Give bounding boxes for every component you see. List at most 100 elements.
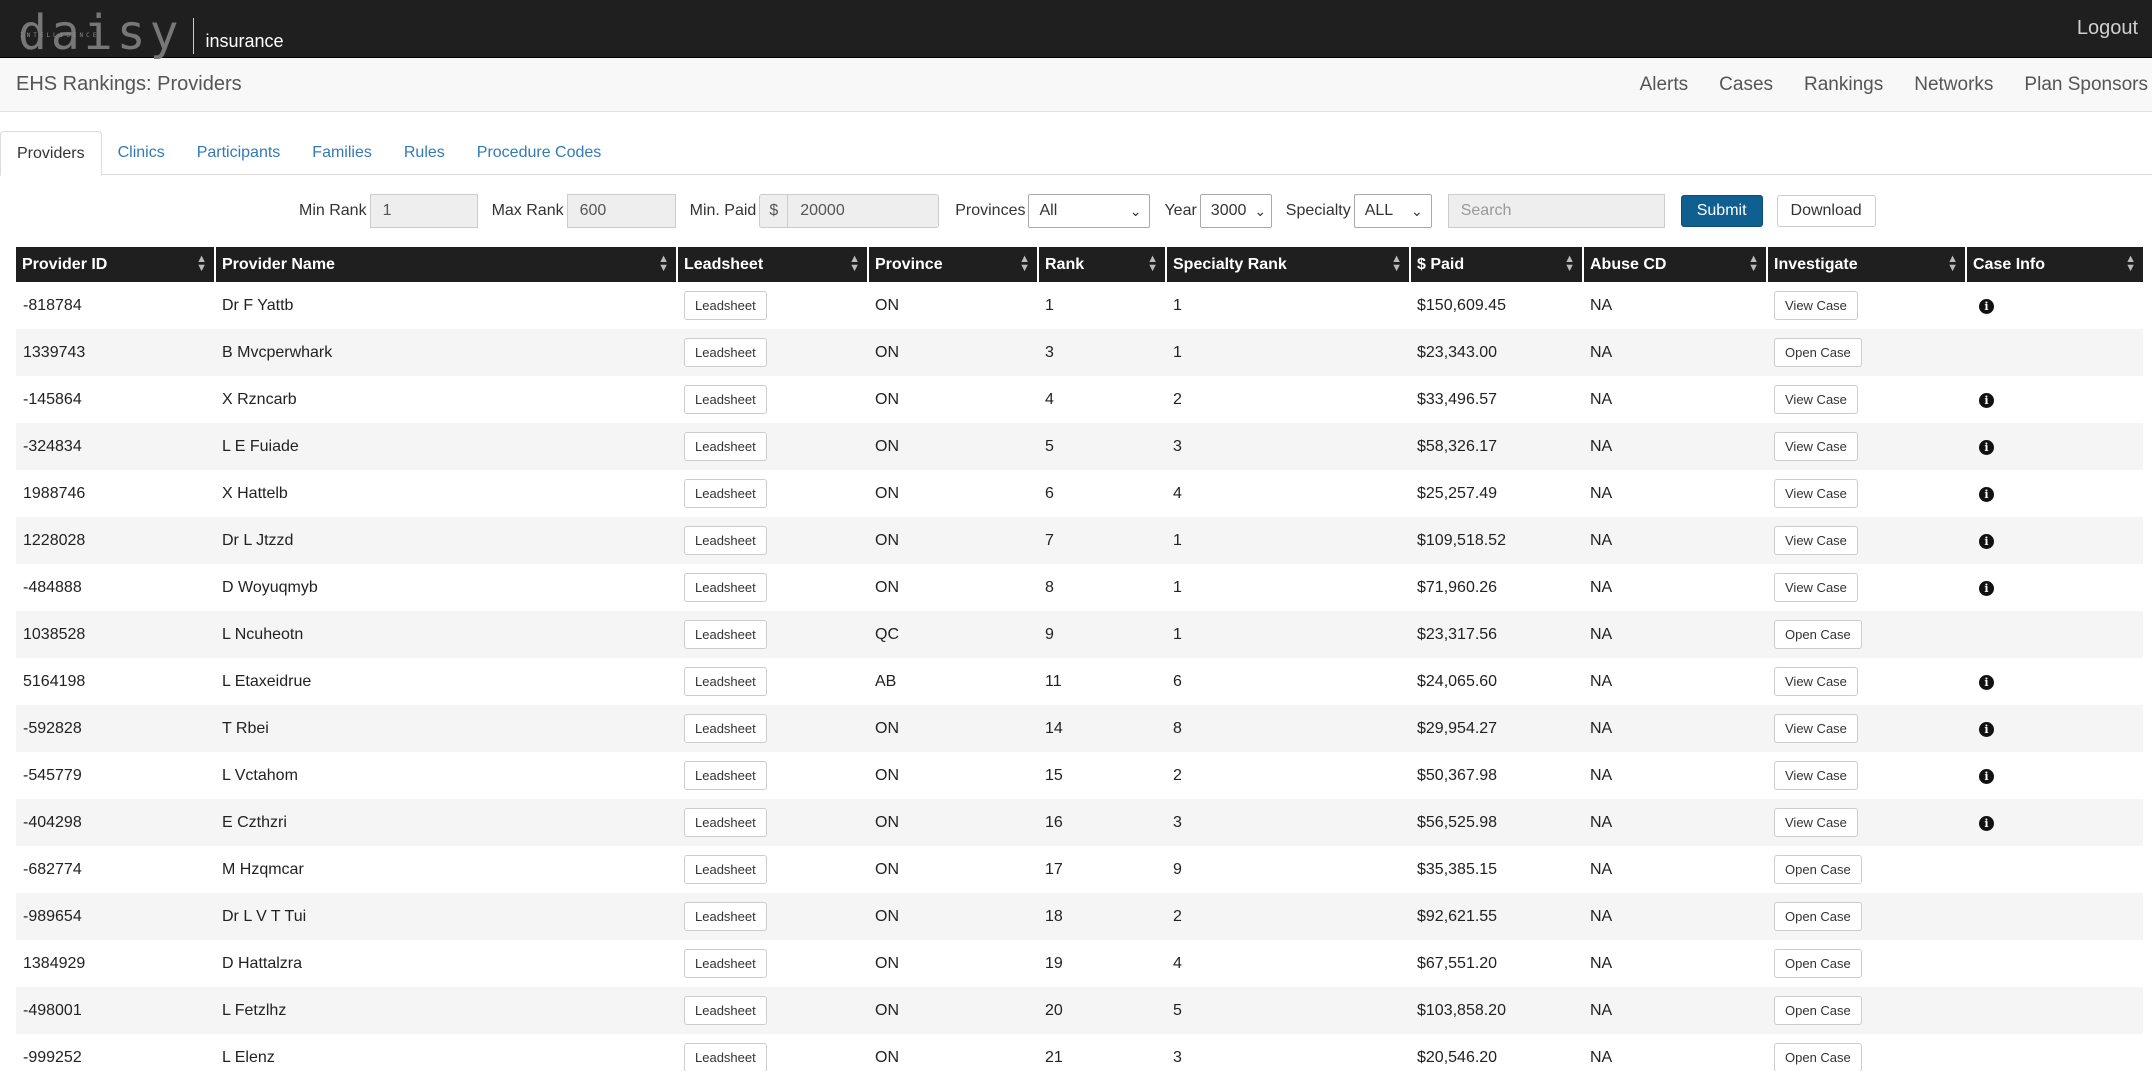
column-header-abuse-cd[interactable]: Abuse CD ▲ ▼ bbox=[1583, 247, 1768, 282]
provider-id-cell: 1384929 bbox=[23, 954, 86, 972]
info-icon[interactable]: i bbox=[1979, 392, 1994, 408]
leadsheet-button[interactable]: Leadsheet bbox=[684, 761, 767, 790]
view-case-button[interactable]: View Case bbox=[1774, 573, 1858, 602]
tab-families[interactable]: Families bbox=[296, 131, 388, 174]
provider-name-cell: L Fetzlhz bbox=[215, 987, 677, 1034]
paid-cell: $56,525.98 bbox=[1410, 799, 1583, 846]
column-header-leadsheet[interactable]: Leadsheet ▲ ▼ bbox=[677, 247, 869, 282]
view-case-button[interactable]: View Case bbox=[1774, 808, 1858, 837]
brand[interactable]: daisy INTELLIGENCE insurance bbox=[18, 4, 284, 57]
leadsheet-button[interactable]: Leadsheet bbox=[684, 714, 767, 743]
info-icon[interactable]: i bbox=[1979, 580, 1994, 596]
nav-cases[interactable]: Cases bbox=[1719, 74, 1773, 96]
leadsheet-button[interactable]: Leadsheet bbox=[684, 667, 767, 696]
rank-cell: 4 bbox=[1045, 390, 1054, 408]
investigate-cell: Open Case bbox=[1767, 893, 1966, 940]
leadsheet-button[interactable]: Leadsheet bbox=[684, 573, 767, 602]
tab-providers[interactable]: Providers bbox=[0, 131, 102, 176]
investigate-cell: View Case bbox=[1767, 423, 1966, 470]
specialty-rank-cell: 4 bbox=[1173, 484, 1182, 502]
province-cell: AB bbox=[875, 672, 897, 690]
info-icon[interactable]: i bbox=[1979, 768, 1994, 784]
info-icon[interactable]: i bbox=[1979, 486, 1994, 502]
view-case-button[interactable]: View Case bbox=[1774, 667, 1858, 696]
sort-icon: ▲ ▼ bbox=[1564, 253, 1575, 274]
min-rank-input[interactable]: 1 bbox=[369, 194, 478, 228]
abuse-cd-cell: NA bbox=[1590, 578, 1613, 596]
provider-name-cell: B Mvcperwhark bbox=[215, 329, 677, 376]
table-row: 1038528 L Ncuheotn Leadsheet QC 9 1 $23,317.56… bbox=[16, 611, 2143, 658]
year-select[interactable]: 3000 ⌄ bbox=[1199, 194, 1272, 228]
leadsheet-button[interactable]: Leadsheet bbox=[684, 338, 767, 367]
table-row: -818784 Dr F Yattb Leadsheet ON 1 1 $150,609.4… bbox=[16, 282, 2143, 329]
provider-id-cell: 1339743 bbox=[16, 329, 215, 376]
column-header-investigate[interactable]: Investigate ▲ ▼ bbox=[1767, 247, 1967, 282]
view-case-button[interactable]: View Case bbox=[1774, 432, 1858, 461]
min-paid-input[interactable]: 20000 bbox=[787, 194, 940, 228]
open-case-button[interactable]: Open Case bbox=[1774, 1043, 1862, 1071]
open-case-button[interactable]: Open Case bbox=[1774, 620, 1862, 649]
open-case-button[interactable]: Open Case bbox=[1774, 902, 1862, 931]
leadsheet-button[interactable]: Leadsheet bbox=[684, 385, 767, 414]
info-icon[interactable]: i bbox=[1979, 439, 1994, 455]
column-header-provider-id[interactable]: Provider ID ▲ ▼ bbox=[16, 247, 216, 282]
leadsheet-button[interactable]: Leadsheet bbox=[684, 479, 767, 508]
nav-plan-sponsors[interactable]: Plan Sponsors bbox=[2024, 74, 2148, 96]
leadsheet-button[interactable]: Leadsheet bbox=[684, 432, 767, 461]
leadsheet-button[interactable]: Leadsheet bbox=[684, 855, 767, 884]
view-case-button[interactable]: View Case bbox=[1774, 291, 1858, 320]
column-header-specialty-rank[interactable]: Specialty Rank ▲ ▼ bbox=[1166, 247, 1411, 282]
open-case-button[interactable]: Open Case bbox=[1774, 855, 1862, 884]
leadsheet-button[interactable]: Leadsheet bbox=[684, 808, 767, 837]
info-icon[interactable]: i bbox=[1979, 721, 1994, 737]
leadsheet-button[interactable]: Leadsheet bbox=[684, 526, 767, 555]
leadsheet-button[interactable]: Leadsheet bbox=[684, 949, 767, 978]
leadsheet-cell: Leadsheet bbox=[677, 517, 868, 564]
open-case-button[interactable]: Open Case bbox=[1774, 949, 1862, 978]
provinces-label: Provinces bbox=[955, 202, 1026, 219]
info-icon[interactable]: i bbox=[1979, 533, 1994, 549]
tab-procedure-codes[interactable]: Procedure Codes bbox=[461, 131, 618, 174]
rank-cell: 15 bbox=[1045, 766, 1063, 784]
abuse-cd-cell: NA bbox=[1583, 329, 1767, 376]
provinces-select[interactable]: All ⌄ bbox=[1028, 194, 1151, 228]
leadsheet-button[interactable]: Leadsheet bbox=[684, 902, 767, 931]
open-case-button[interactable]: Open Case bbox=[1774, 338, 1862, 367]
open-case-button[interactable]: Open Case bbox=[1774, 996, 1862, 1025]
leadsheet-button[interactable]: Leadsheet bbox=[684, 996, 767, 1025]
nav-alerts[interactable]: Alerts bbox=[1640, 74, 1689, 96]
provider-id-cell: -592828 bbox=[16, 705, 215, 752]
search-input[interactable]: Search bbox=[1447, 194, 1665, 228]
view-case-button[interactable]: View Case bbox=[1774, 526, 1858, 555]
specialty-select[interactable]: ALL ⌄ bbox=[1353, 194, 1432, 228]
column-header-provider-name[interactable]: Provider Name ▲ ▼ bbox=[215, 247, 678, 282]
nav-networks[interactable]: Networks bbox=[1914, 74, 1993, 96]
case-info-cell bbox=[1966, 846, 2143, 893]
column-header-rank[interactable]: Rank ▲ ▼ bbox=[1038, 247, 1167, 282]
column-header-paid[interactable]: $ Paid ▲ ▼ bbox=[1410, 247, 1584, 282]
info-icon[interactable]: i bbox=[1979, 674, 1994, 690]
submit-button[interactable]: Submit bbox=[1680, 195, 1763, 227]
tab-participants[interactable]: Participants bbox=[181, 131, 297, 174]
tab-clinics[interactable]: Clinics bbox=[102, 131, 181, 174]
provider-name-cell: D Hattalzra bbox=[222, 954, 303, 972]
max-rank-input[interactable]: 600 bbox=[566, 194, 676, 228]
view-case-button[interactable]: View Case bbox=[1774, 714, 1858, 743]
leadsheet-cell: Leadsheet bbox=[677, 564, 868, 611]
leadsheet-cell: Leadsheet bbox=[677, 329, 868, 376]
info-icon[interactable]: i bbox=[1979, 815, 1994, 831]
logout-link[interactable]: Logout bbox=[2077, 17, 2138, 40]
leadsheet-button[interactable]: Leadsheet bbox=[684, 291, 767, 320]
view-case-button[interactable]: View Case bbox=[1774, 385, 1858, 414]
column-header-province[interactable]: Province ▲ ▼ bbox=[868, 247, 1039, 282]
leadsheet-button[interactable]: Leadsheet bbox=[684, 1043, 767, 1071]
info-icon[interactable]: i bbox=[1979, 298, 1994, 314]
column-header-case-info[interactable]: Case Info ▲ ▼ bbox=[1966, 247, 2143, 282]
leadsheet-button[interactable]: Leadsheet bbox=[684, 620, 767, 649]
view-case-button[interactable]: View Case bbox=[1774, 479, 1858, 508]
table-row: -484888 D Woyuqmyb Leadsheet ON 8 1 $71,960.26… bbox=[16, 564, 2143, 611]
download-button[interactable]: Download bbox=[1776, 195, 1876, 227]
view-case-button[interactable]: View Case bbox=[1774, 761, 1858, 790]
nav-rankings[interactable]: Rankings bbox=[1804, 74, 1883, 96]
tab-rules[interactable]: Rules bbox=[388, 131, 461, 174]
